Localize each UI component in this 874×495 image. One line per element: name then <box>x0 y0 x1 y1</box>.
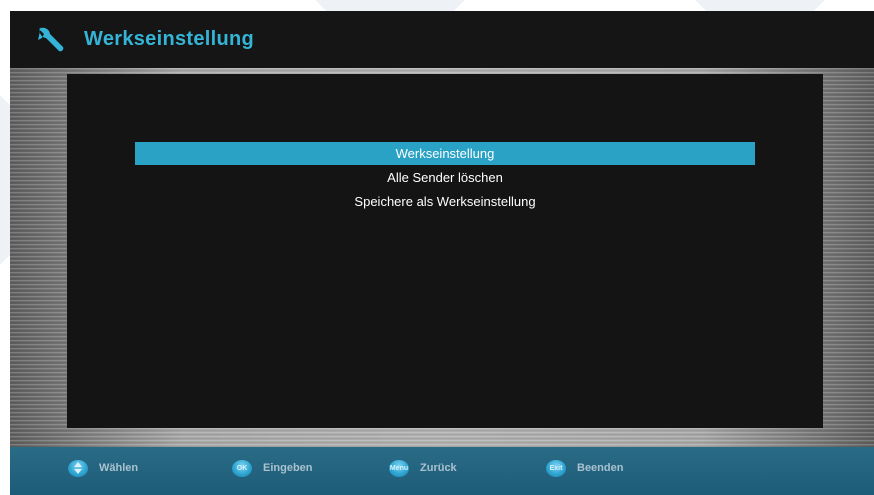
exit-button-icon: Exit <box>546 459 566 477</box>
header-bar: Werkseinstellung <box>10 11 874 68</box>
wrench-icon <box>34 22 70 58</box>
hint-zurueck: Menu Zurück <box>389 457 457 479</box>
hint-beenden: Exit Beenden <box>546 457 623 479</box>
menu-item-werkseinstellung[interactable]: Werkseinstellung <box>135 142 755 165</box>
ok-button-icon: OK <box>232 459 252 477</box>
hint-label: Beenden <box>577 462 624 474</box>
footer-hint-bar: Wählen OK Eingeben Menu Zurück Exit Been… <box>10 447 874 495</box>
menu-panel: Werkseinstellung Alle Sender löschen Spe… <box>67 74 823 428</box>
hint-waehlen: Wählen <box>68 457 138 479</box>
tv-screen: Werkseinstellung Werkseinstellung Alle S… <box>10 11 874 495</box>
hint-label: Wählen <box>99 462 139 474</box>
up-down-arrows-icon <box>68 459 88 477</box>
hint-label: Eingeben <box>263 462 313 474</box>
menu-item-label: Speichere als Werkseinstellung <box>354 194 536 209</box>
page-title: Werkseinstellung <box>84 28 255 50</box>
menu-item-alle-sender-loeschen[interactable]: Alle Sender löschen <box>135 166 755 189</box>
menu-item-label: Werkseinstellung <box>395 146 495 161</box>
hint-eingeben: OK Eingeben <box>232 457 313 479</box>
menu-button-icon: Menu <box>389 459 409 477</box>
menu-item-label: Alle Sender löschen <box>387 170 503 185</box>
hint-label: Zurück <box>420 462 457 474</box>
menu-item-speichere-als-werkseinstellung[interactable]: Speichere als Werkseinstellung <box>135 190 755 213</box>
